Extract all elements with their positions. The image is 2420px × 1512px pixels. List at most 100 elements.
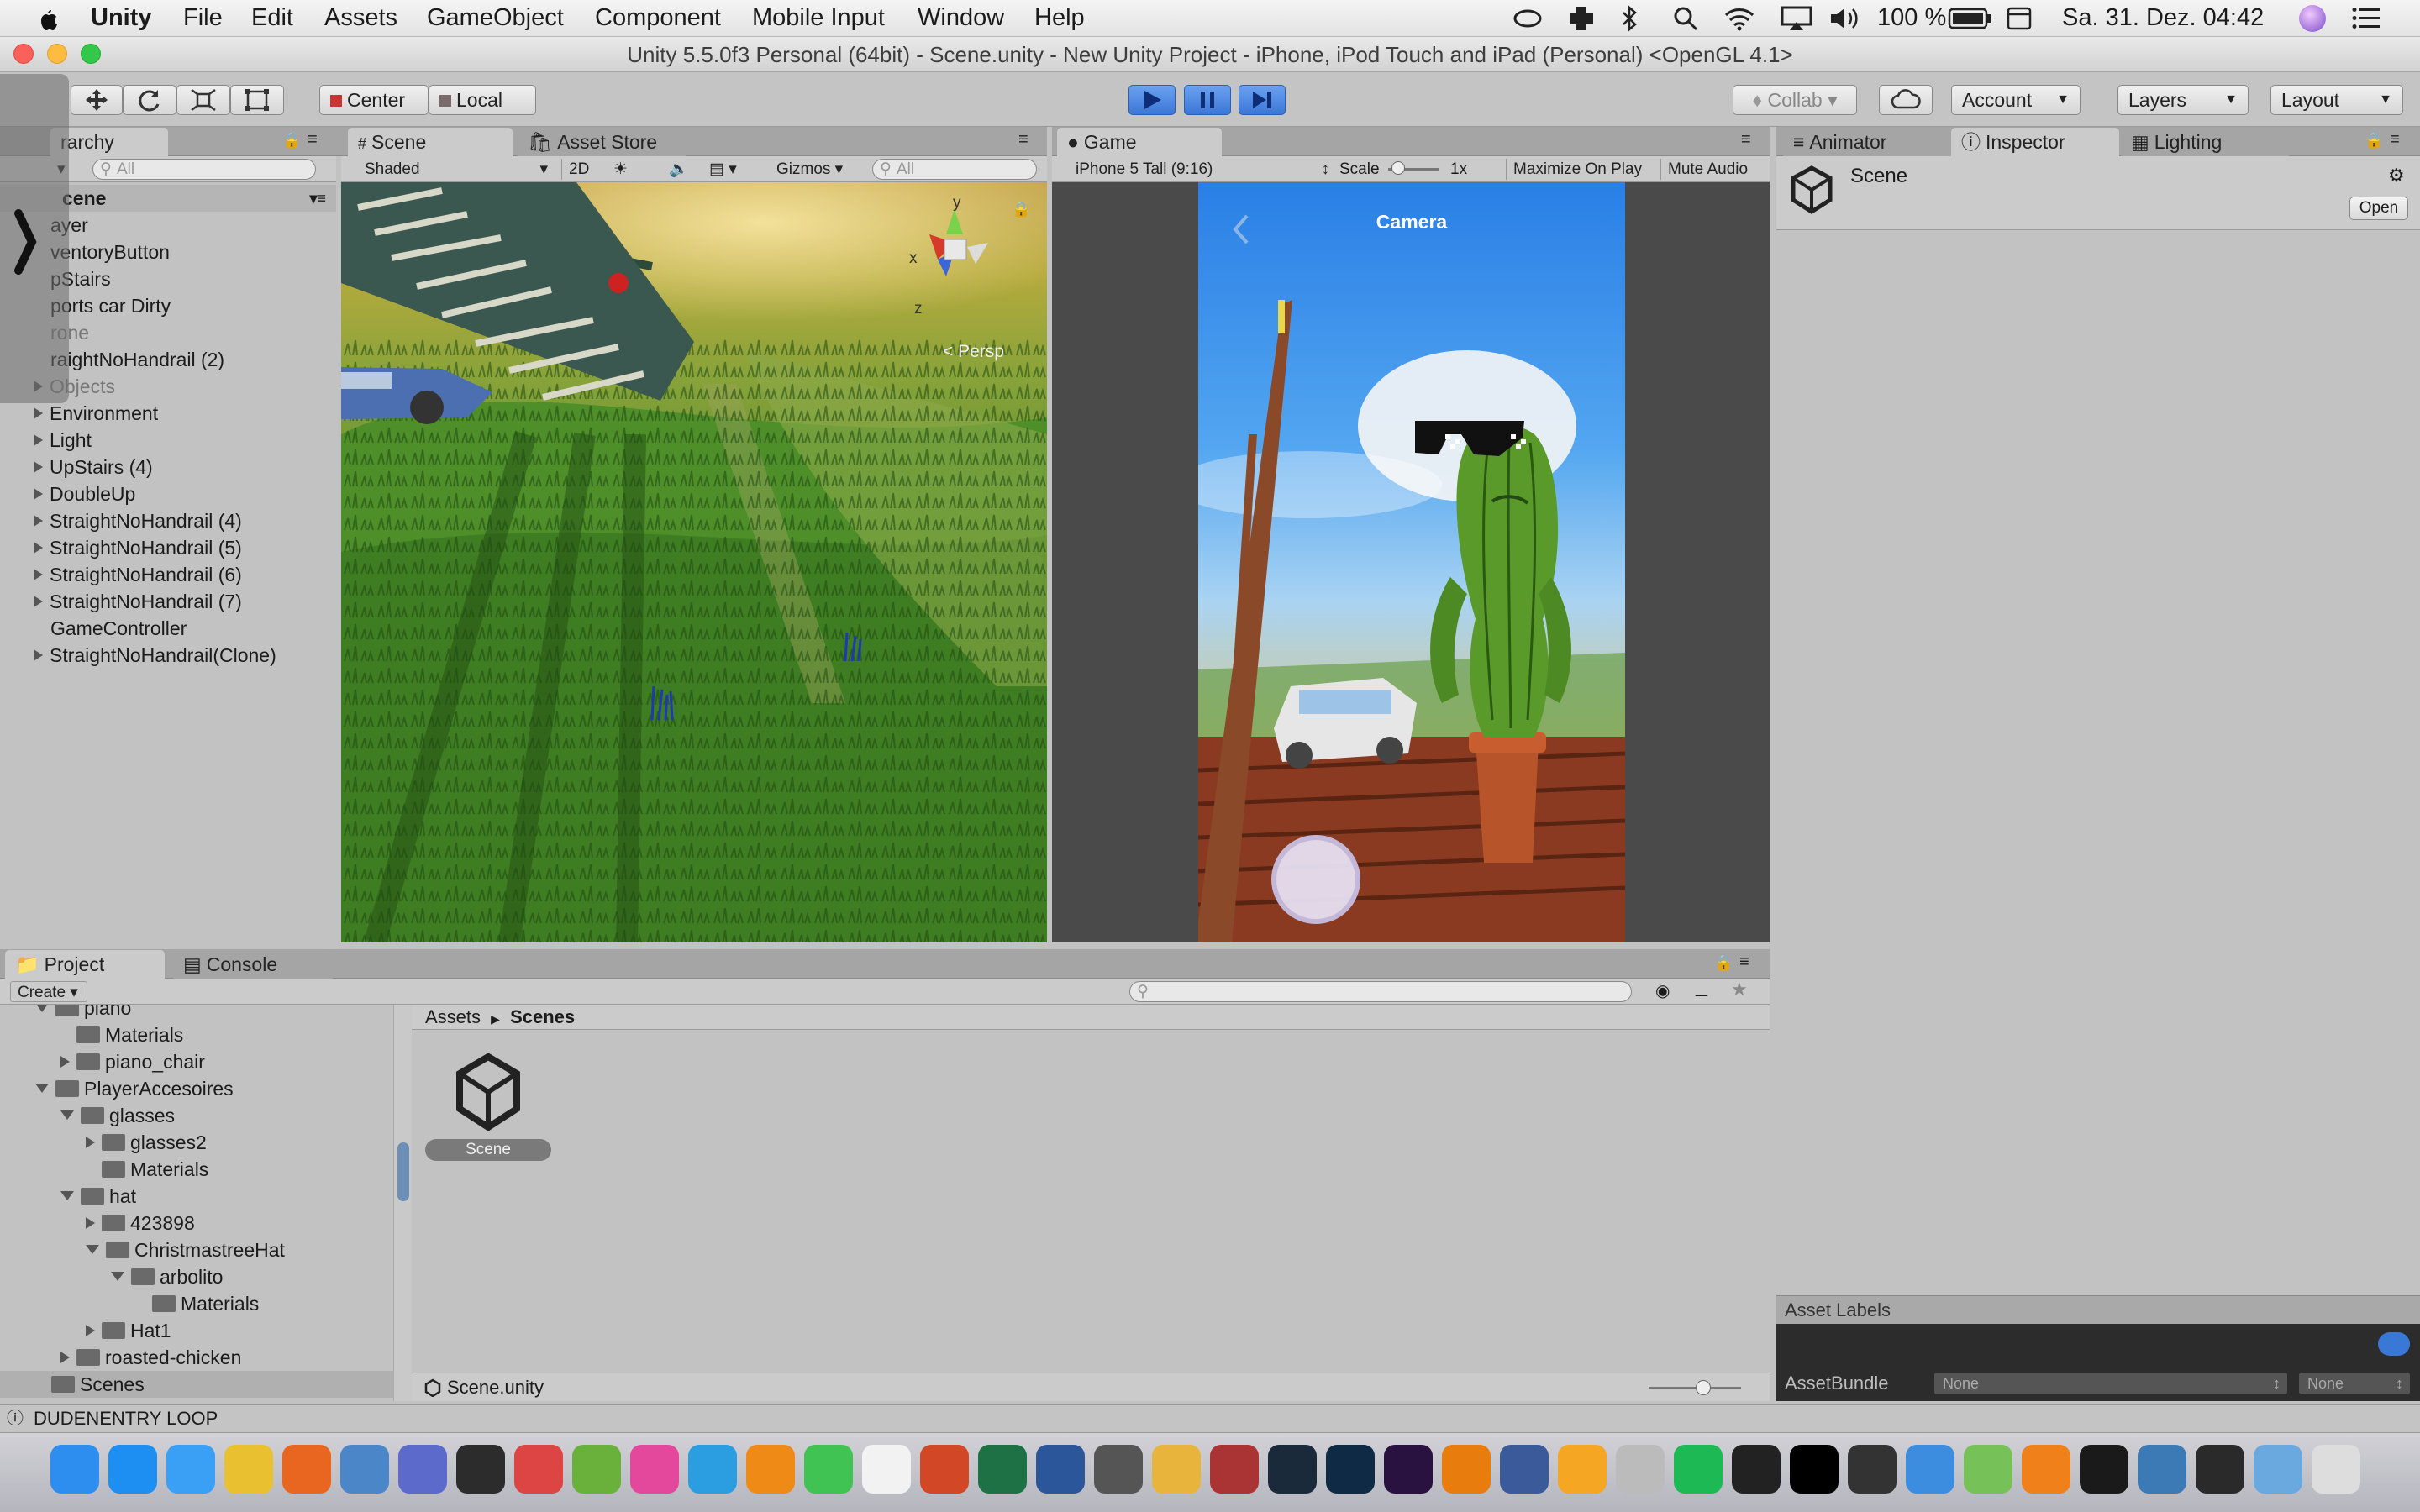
- layout-dropdown[interactable]: Layout ▼: [2270, 85, 2403, 115]
- pause-button[interactable]: [1184, 85, 1231, 115]
- move-tool-button[interactable]: [71, 85, 123, 115]
- gear-icon[interactable]: ⚙: [2388, 165, 2405, 186]
- project-folder-row[interactable]: arbolito: [0, 1263, 393, 1290]
- expand-arrow-icon[interactable]: [86, 1137, 95, 1148]
- expand-arrow-icon[interactable]: [60, 1191, 74, 1200]
- tag-icon[interactable]: [2378, 1332, 2410, 1356]
- project-folder-row[interactable]: hat: [0, 1183, 393, 1210]
- tab-inspector[interactable]: ⓘ Inspector: [1951, 128, 2119, 156]
- back-button[interactable]: [1232, 199, 1274, 241]
- panel-menu-icon[interactable]: ≡: [1739, 953, 1749, 972]
- panel-menu-icon[interactable]: ≡: [1741, 130, 1751, 150]
- create-asset-dropdown[interactable]: Create ▾: [10, 981, 87, 1002]
- extension-icon[interactable]: [1568, 5, 1595, 32]
- xcode-icon[interactable]: [1906, 1445, 1954, 1494]
- keyboard-viewer-icon[interactable]: [2007, 7, 2032, 30]
- scene-effects-dropdown[interactable]: ▤ ▾: [702, 159, 755, 180]
- asset-tile-scene[interactable]: Scene: [425, 1052, 551, 1161]
- project-search-input[interactable]: ⚲: [1129, 981, 1632, 1002]
- calendar-icon[interactable]: [862, 1445, 911, 1494]
- menu-gameobject[interactable]: GameObject: [427, 4, 564, 32]
- spotlight-search-icon[interactable]: [1672, 5, 1699, 32]
- game-viewport[interactable]: Camera: [1052, 182, 1770, 942]
- menu-mobile-input[interactable]: Mobile Input: [752, 4, 885, 32]
- project-folder-row[interactable]: glasses2: [0, 1129, 393, 1156]
- minimize-window-button[interactable]: [47, 44, 67, 64]
- chrome-icon[interactable]: [224, 1445, 273, 1494]
- hierarchy-item[interactable]: UpStairs (4): [0, 454, 336, 480]
- messages-icon[interactable]: [804, 1445, 853, 1494]
- lock-icon[interactable]: 🔒: [2365, 132, 2383, 150]
- lightroom-icon[interactable]: [1268, 1445, 1317, 1494]
- hierarchy-item[interactable]: DoubleUp: [0, 480, 336, 507]
- notification-center-icon[interactable]: [2351, 7, 2381, 30]
- scene-viewport[interactable]: y x z < Persp 🔒: [341, 182, 1047, 942]
- side-overlay-panel[interactable]: [0, 74, 69, 403]
- account-dropdown[interactable]: Account ▼: [1951, 85, 2081, 115]
- scale-tool-button[interactable]: [176, 85, 230, 115]
- menu-assets[interactable]: Assets: [324, 4, 397, 32]
- menu-help[interactable]: Help: [1034, 4, 1085, 32]
- fl-studio-icon[interactable]: [1558, 1445, 1607, 1494]
- firefox-icon[interactable]: [282, 1445, 331, 1494]
- scene-search-input[interactable]: ⚲ All: [872, 159, 1037, 180]
- app-store-icon[interactable]: [108, 1445, 157, 1494]
- camera-shutter-button[interactable]: [1274, 837, 1358, 921]
- mute-audio-toggle[interactable]: Mute Audio: [1660, 159, 1761, 180]
- safari-icon[interactable]: [166, 1445, 215, 1494]
- photos-icon[interactable]: [1152, 1445, 1201, 1494]
- menu-component[interactable]: Component: [595, 4, 721, 32]
- scale-slider[interactable]: [1388, 161, 1439, 175]
- wifi-icon[interactable]: [1723, 5, 1756, 32]
- hierarchy-search-input[interactable]: ⚲ All: [92, 159, 316, 180]
- expand-arrow-icon[interactable]: [60, 1110, 74, 1120]
- open-button[interactable]: Open: [2349, 197, 2408, 220]
- shading-mode-dropdown[interactable]: Shaded ▾: [358, 159, 556, 180]
- expand-arrow-icon[interactable]: [34, 515, 43, 527]
- project-folder-row[interactable]: Materials: [0, 1290, 393, 1317]
- expand-arrow-icon[interactable]: [34, 461, 43, 473]
- user-avatar[interactable]: [2299, 5, 2326, 32]
- icon-size-slider[interactable]: [1649, 1380, 1741, 1395]
- tools-icon[interactable]: [514, 1445, 563, 1494]
- project-folder-row[interactable]: Materials: [0, 1156, 393, 1183]
- status-bar[interactable]: ⓘ DUDENENTRY LOOP: [0, 1404, 2420, 1431]
- collab-dropdown[interactable]: ♦ Collab ▾: [1733, 85, 1857, 115]
- project-folder-row[interactable]: roasted-chicken: [0, 1344, 393, 1371]
- rect-tool-button[interactable]: [230, 85, 284, 115]
- expand-arrow-icon[interactable]: [60, 1352, 70, 1363]
- photoshop-icon[interactable]: [1326, 1445, 1375, 1494]
- sublime-icon[interactable]: [2022, 1445, 2070, 1494]
- expand-arrow-icon[interactable]: [34, 407, 43, 419]
- project-folder-row[interactable]: PlayerAccesoires: [0, 1075, 393, 1102]
- expand-arrow-icon[interactable]: [34, 569, 43, 580]
- evernote-icon[interactable]: [1094, 1445, 1143, 1494]
- pivot-center-toggle[interactable]: Center: [319, 85, 429, 115]
- lock-icon[interactable]: 🔒: [282, 132, 301, 150]
- step-button[interactable]: [1239, 85, 1286, 115]
- expand-arrow-icon[interactable]: [60, 1056, 70, 1068]
- menu-file[interactable]: File: [183, 4, 223, 32]
- project-folder-row[interactable]: ChristmastreeHat: [0, 1236, 393, 1263]
- assetbundle-variant-dropdown[interactable]: None ↕: [2299, 1373, 2410, 1394]
- utorrent-icon[interactable]: [572, 1445, 621, 1494]
- filter-by-type-icon[interactable]: ◉: [1655, 980, 1670, 1001]
- tab-animator[interactable]: ≡ Animator: [1783, 128, 1951, 156]
- scene-audio-toggle[interactable]: 🔈: [662, 159, 697, 180]
- powerpoint-icon[interactable]: [920, 1445, 969, 1494]
- battery-icon[interactable]: [1948, 8, 1991, 29]
- hierarchy-item[interactable]: GameController: [0, 615, 336, 642]
- persp-label[interactable]: < Persp: [943, 342, 1004, 362]
- spotify-icon[interactable]: [1674, 1445, 1723, 1494]
- layers-dropdown[interactable]: Layers ▼: [2118, 85, 2249, 115]
- tab-asset-store[interactable]: 🛍 Asset Store: [518, 128, 686, 156]
- menu-edit[interactable]: Edit: [251, 4, 293, 32]
- hierarchy-item[interactable]: StraightNoHandrail (6): [0, 561, 336, 588]
- project-folder-row[interactable]: piano: [0, 1005, 393, 1021]
- terminal-icon[interactable]: [2080, 1445, 2128, 1494]
- zoom-window-button[interactable]: [81, 44, 101, 64]
- expand-arrow-icon[interactable]: [34, 649, 43, 661]
- hierarchy-item[interactable]: StraightNoHandrail (4): [0, 507, 336, 534]
- hierarchy-item[interactable]: StraightNoHandrail (5): [0, 534, 336, 561]
- volume-icon[interactable]: [1828, 5, 1862, 32]
